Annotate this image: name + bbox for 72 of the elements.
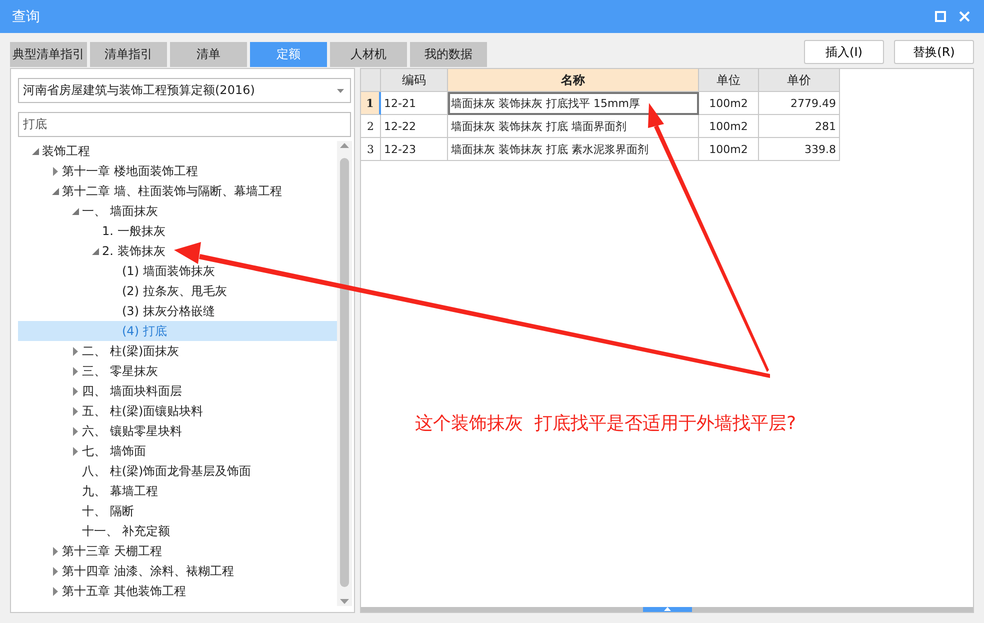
table-cell: 12-23 — [381, 138, 448, 161]
tree-item[interactable]: 九、 幕墙工程 — [18, 481, 337, 501]
collapsed-arrow-icon[interactable] — [72, 366, 78, 376]
table-cell: 100m2 — [699, 138, 759, 161]
collapsed-arrow-icon[interactable] — [52, 166, 58, 176]
collapsed-arrow-icon[interactable] — [52, 546, 58, 556]
scroll-down-icon[interactable] — [340, 599, 349, 604]
scroll-up-icon[interactable] — [340, 143, 349, 148]
annotation-text: 这个装饰抹灰 打底找平是否适用于外墙找平层? — [415, 412, 796, 435]
table-cell: 339.8 — [759, 138, 840, 161]
collapsed-arrow-icon[interactable] — [72, 446, 78, 456]
tree-item[interactable]: 五、 柱(梁)面镶贴块料 — [18, 401, 337, 421]
tree-item[interactable]: 三、 零星抹灰 — [18, 361, 337, 381]
window-title: 查询 — [12, 8, 41, 26]
tab[interactable]: 我的数据 — [410, 42, 487, 67]
tree-item[interactable]: 十一、 补充定额 — [18, 521, 337, 541]
tree-item[interactable]: 四、 墙面块料面层 — [18, 381, 337, 401]
tree-item[interactable]: 2. 装饰抹灰 — [18, 241, 337, 261]
tree-item[interactable]: 第十五章 其他装饰工程 — [18, 581, 337, 601]
tree-item[interactable]: 八、 柱(梁)饰面龙骨基层及饰面 — [18, 461, 337, 481]
table-cell: 墙面抹灰 装饰抹灰 打底找平 15mm厚 — [448, 92, 699, 115]
tree-item[interactable]: 一、 墙面抹灰 — [18, 201, 337, 221]
expanded-arrow-icon[interactable] — [72, 208, 78, 214]
tree-item[interactable]: 六、 镶贴零星块料 — [18, 421, 337, 441]
dropdown-caret-icon — [337, 88, 344, 92]
table-cell: 12-21 — [381, 92, 448, 115]
scrollbar[interactable] — [337, 141, 352, 606]
column-header[interactable]: 编码 — [381, 69, 448, 92]
library-select[interactable]: 河南省房屋建筑与装饰工程预算定额(2016) — [18, 78, 351, 103]
expanded-arrow-icon[interactable] — [52, 188, 58, 194]
tree-item[interactable]: (2) 拉条灰、甩毛灰 — [18, 281, 337, 301]
collapsed-arrow-icon[interactable] — [52, 586, 58, 596]
column-header[interactable]: 名称 — [448, 69, 699, 92]
expanded-arrow-icon[interactable] — [92, 248, 98, 254]
tree-item[interactable]: 第十一章 楼地面装饰工程 — [18, 161, 337, 181]
tab[interactable]: 人材机 — [330, 42, 407, 67]
column-header[interactable]: 单位 — [699, 69, 759, 92]
row-number[interactable]: 3 — [361, 138, 381, 161]
table-cell: 100m2 — [699, 92, 759, 115]
table-cell: 281 — [759, 115, 840, 138]
tab[interactable]: 清单 — [170, 42, 247, 67]
tree-item[interactable]: (1) 墙面装饰抹灰 — [18, 261, 337, 281]
tab[interactable]: 典型清单指引 — [10, 42, 87, 67]
column-header[interactable]: 单价 — [759, 69, 840, 92]
tree-item[interactable]: 七、 墙饰面 — [18, 441, 337, 461]
action-button[interactable]: 替换(R) — [894, 40, 974, 64]
row-number[interactable]: 2 — [361, 115, 381, 138]
expanded-arrow-icon[interactable] — [32, 148, 38, 154]
tree-item[interactable]: 二、 柱(梁)面抹灰 — [18, 341, 337, 361]
search-field[interactable]: 打底 — [18, 112, 351, 137]
maximize-icon — [934, 11, 946, 22]
tree-item[interactable]: 第十二章 墙、柱面装饰与隔断、幕墙工程 — [18, 181, 337, 201]
scroll-up-icon[interactable] — [664, 607, 670, 611]
action-button[interactable]: 插入(I) — [804, 40, 884, 64]
collapsed-arrow-icon[interactable] — [72, 406, 78, 416]
collapsed-arrow-icon[interactable] — [72, 426, 78, 436]
tree-item[interactable]: (3) 抹灰分格嵌缝 — [18, 301, 337, 321]
table-cell: 2779.49 — [759, 92, 840, 115]
tab[interactable]: 清单指引 — [90, 42, 167, 67]
tree-item[interactable]: 装饰工程 — [18, 141, 337, 161]
close-icon — [958, 11, 970, 22]
table-cell: 12-22 — [381, 115, 448, 138]
tree-item[interactable]: 1. 一般抹灰 — [18, 221, 337, 241]
tree-item[interactable]: 第十三章 天棚工程 — [18, 541, 337, 561]
collapsed-arrow-icon[interactable] — [72, 346, 78, 356]
scrollbar[interactable] — [361, 607, 973, 612]
tree-item[interactable]: 十、 隔断 — [18, 501, 337, 521]
tree-item[interactable]: 第十四章 油漆、涂料、裱糊工程 — [18, 561, 337, 581]
row-number[interactable]: 1 — [361, 92, 381, 115]
table-cell: 100m2 — [699, 115, 759, 138]
collapsed-arrow-icon[interactable] — [52, 566, 58, 576]
collapsed-arrow-icon[interactable] — [72, 386, 78, 396]
